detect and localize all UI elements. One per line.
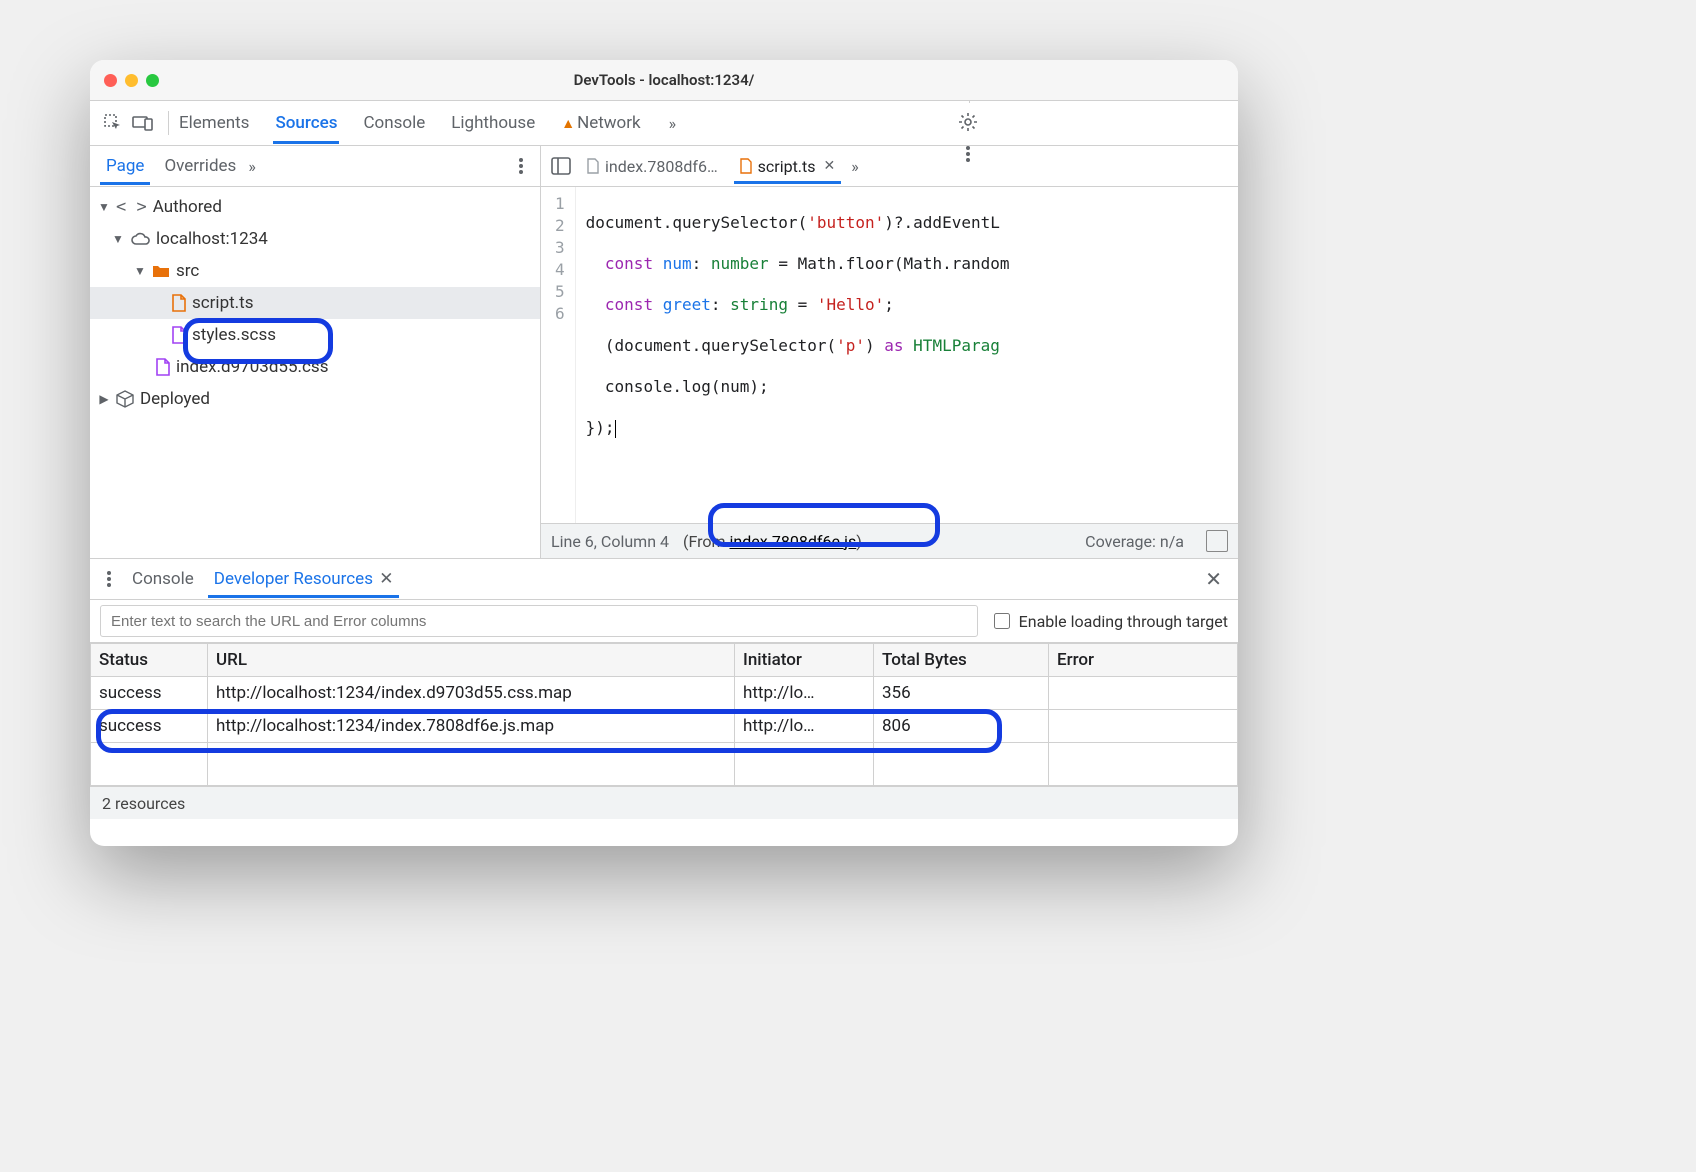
tab-network[interactable]: ▲Network: [559, 103, 642, 143]
folder-icon: [152, 264, 170, 278]
file-tab-label: index.7808df6…: [605, 157, 718, 176]
zoom-window-icon[interactable]: [146, 74, 159, 87]
enable-loading-label: Enable loading through target: [1019, 612, 1228, 631]
tab-console[interactable]: Console: [361, 103, 427, 143]
col-initiator[interactable]: Initiator: [735, 644, 874, 677]
enable-loading-checkbox-input[interactable]: [994, 613, 1010, 629]
drawer-tab-console[interactable]: Console: [122, 561, 204, 597]
resources-table: Status URL Initiator Total Bytes Error s…: [90, 643, 1238, 786]
col-error[interactable]: Error: [1049, 644, 1238, 677]
search-input[interactable]: [100, 605, 978, 637]
tree-file-label: index.d9703d55.css: [176, 357, 328, 377]
cloud-icon: [130, 232, 150, 246]
code-editor[interactable]: 123 456 document.querySelector('button')…: [541, 187, 1238, 523]
file-icon: [156, 358, 170, 376]
tree-host-label: localhost:1234: [156, 229, 268, 249]
table-row-empty: [91, 743, 1238, 786]
tree-file-label: script.ts: [192, 293, 254, 313]
navigator-tabs: Page Overrides »: [90, 146, 540, 187]
tab-lighthouse[interactable]: Lighthouse: [449, 103, 537, 143]
table-row[interactable]: success http://localhost:1234/index.d970…: [91, 677, 1238, 710]
file-icon: [587, 158, 599, 174]
file-tabs: index.7808df6… script.ts ✕ »: [541, 146, 1238, 187]
file-icon: [740, 158, 752, 174]
device-toolbar-icon[interactable]: [130, 110, 156, 136]
file-tab-script-ts[interactable]: script.ts ✕: [730, 150, 846, 183]
titlebar: DevTools - localhost:1234/: [90, 60, 1238, 101]
inspect-icon[interactable]: [100, 110, 126, 136]
more-file-tabs-icon[interactable]: »: [851, 157, 859, 176]
tree-folder-label: src: [176, 261, 199, 281]
tree-folder-src[interactable]: ▼ src: [90, 255, 540, 287]
more-tabs-icon[interactable]: »: [669, 114, 677, 133]
search-row: Enable loading through target: [90, 600, 1238, 643]
enable-loading-checkbox[interactable]: Enable loading through target: [990, 610, 1228, 632]
tab-elements[interactable]: Elements: [177, 103, 251, 143]
minimize-window-icon[interactable]: [125, 74, 138, 87]
cursor-position: Line 6, Column 4: [551, 532, 669, 551]
tree-deployed[interactable]: ▶ Deployed: [90, 383, 540, 415]
window-title: DevTools - localhost:1234/: [90, 71, 1238, 89]
close-drawer-tab-icon[interactable]: ✕: [379, 569, 393, 589]
navigator-tab-overrides[interactable]: Overrides: [154, 148, 246, 184]
tree-authored[interactable]: ▼< > Authored: [90, 191, 540, 223]
tree-authored-label: Authored: [153, 197, 222, 217]
col-status[interactable]: Status: [91, 644, 208, 677]
drawer-tab-label: Developer Resources: [214, 569, 373, 589]
navigator-pane: Page Overrides » ▼< > Authored ▼: [90, 146, 541, 558]
more-navigator-tabs-icon[interactable]: »: [248, 157, 256, 176]
devtools-window: DevTools - localhost:1234/ Elements Sour…: [90, 60, 1238, 846]
file-icon: [172, 326, 186, 344]
col-total-bytes[interactable]: Total Bytes: [874, 644, 1049, 677]
table-row[interactable]: success http://localhost:1234/index.7808…: [91, 710, 1238, 743]
drawer-footer: 2 resources: [90, 786, 1238, 819]
file-tab-index-js[interactable]: index.7808df6…: [577, 150, 728, 183]
tab-sources[interactable]: Sources: [273, 103, 339, 143]
file-tree: ▼< > Authored ▼ localhost:1234 ▼: [90, 187, 540, 558]
toggle-navigator-icon[interactable]: [547, 152, 575, 180]
editor-pane: index.7808df6… script.ts ✕ » 123 456: [541, 146, 1238, 558]
source-map-origin[interactable]: (From index.7808df6e.js): [683, 532, 862, 551]
file-icon: [172, 294, 186, 312]
close-tab-icon[interactable]: ✕: [824, 158, 836, 174]
main-toolbar: Elements Sources Console Lighthouse ▲Net…: [90, 101, 1238, 146]
warning-icon: ▲: [561, 116, 575, 132]
drawer-kebab-icon[interactable]: [96, 566, 122, 592]
toolbar-divider: [168, 111, 169, 135]
navigator-tab-page[interactable]: Page: [96, 148, 154, 184]
code-content[interactable]: document.querySelector('button')?.addEve…: [576, 187, 1010, 523]
file-tab-label: script.ts: [758, 157, 816, 176]
col-url[interactable]: URL: [208, 644, 735, 677]
tree-file-label: styles.scss: [192, 325, 276, 345]
line-gutter: 123 456: [541, 187, 576, 523]
navigator-kebab-icon[interactable]: [508, 153, 534, 179]
drawer: Console Developer Resources ✕ ✕ Enable l…: [90, 558, 1238, 819]
close-drawer-icon[interactable]: ✕: [1195, 563, 1232, 595]
tree-deployed-label: Deployed: [140, 389, 210, 409]
expand-icon[interactable]: [1206, 530, 1228, 552]
tab-network-label: Network: [577, 113, 641, 133]
settings-gear-icon[interactable]: [955, 109, 981, 135]
drawer-tab-developer-resources[interactable]: Developer Resources ✕: [204, 561, 404, 597]
tree-file-index-css[interactable]: index.d9703d55.css: [90, 351, 540, 383]
close-window-icon[interactable]: [104, 74, 117, 87]
tree-file-styles-scss[interactable]: styles.scss: [90, 319, 540, 351]
drawer-tabs: Console Developer Resources ✕ ✕: [90, 559, 1238, 600]
tree-file-script-ts[interactable]: script.ts: [90, 287, 540, 319]
editor-status-bar: Line 6, Column 4 (From index.7808df6e.js…: [541, 523, 1238, 558]
box-icon: [116, 390, 134, 408]
coverage-status: Coverage: n/a: [1085, 532, 1184, 551]
tree-host[interactable]: ▼ localhost:1234: [90, 223, 540, 255]
